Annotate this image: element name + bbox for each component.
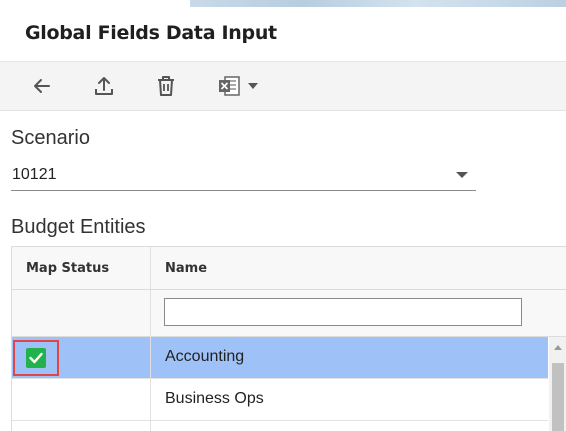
column-header-map-status[interactable]: Map Status [26,247,109,289]
table-row[interactable]: Accounting [12,337,548,379]
filter-row [12,290,566,337]
page-header: Global Fields Data Input [0,9,566,62]
grid-header: Map Status Name [12,247,566,290]
upload-button[interactable] [89,72,119,100]
budget-entities-grid: Map Status Name Accounting Business Ops [11,246,566,431]
top-banner-strip [0,0,566,9]
page-title: Global Fields Data Input [25,22,277,44]
chevron-down-icon [248,83,258,89]
scroll-up-arrow-icon[interactable] [554,345,562,350]
upload-icon [95,77,113,95]
trash-icon [158,76,174,96]
scenario-label: Scenario [11,127,90,149]
delete-button[interactable] [151,72,181,100]
column-divider [150,247,151,431]
budget-entities-label: Budget Entities [11,216,146,238]
back-button[interactable] [27,72,57,100]
scenario-value: 10121 [12,166,57,183]
dropdown-caret-icon [456,172,468,178]
grid-scrollbar[interactable] [549,337,566,431]
name-filter-input[interactable] [164,298,522,326]
scenario-select[interactable]: 10121 [11,160,476,191]
scroll-thumb[interactable] [552,363,564,431]
column-header-name[interactable]: Name [165,247,207,289]
map-status-cell[interactable] [13,340,59,376]
excel-export-button[interactable] [213,72,263,100]
map-status-checkbox[interactable] [26,348,46,368]
checkmark-icon [29,352,43,364]
entity-name: Accounting [165,348,245,365]
toolbar [0,62,566,111]
entity-name: Business Ops [165,390,264,407]
arrow-left-icon [34,79,50,93]
table-row[interactable]: Business Ops [12,379,548,421]
excel-icon [219,76,240,96]
banner-image [190,0,566,7]
